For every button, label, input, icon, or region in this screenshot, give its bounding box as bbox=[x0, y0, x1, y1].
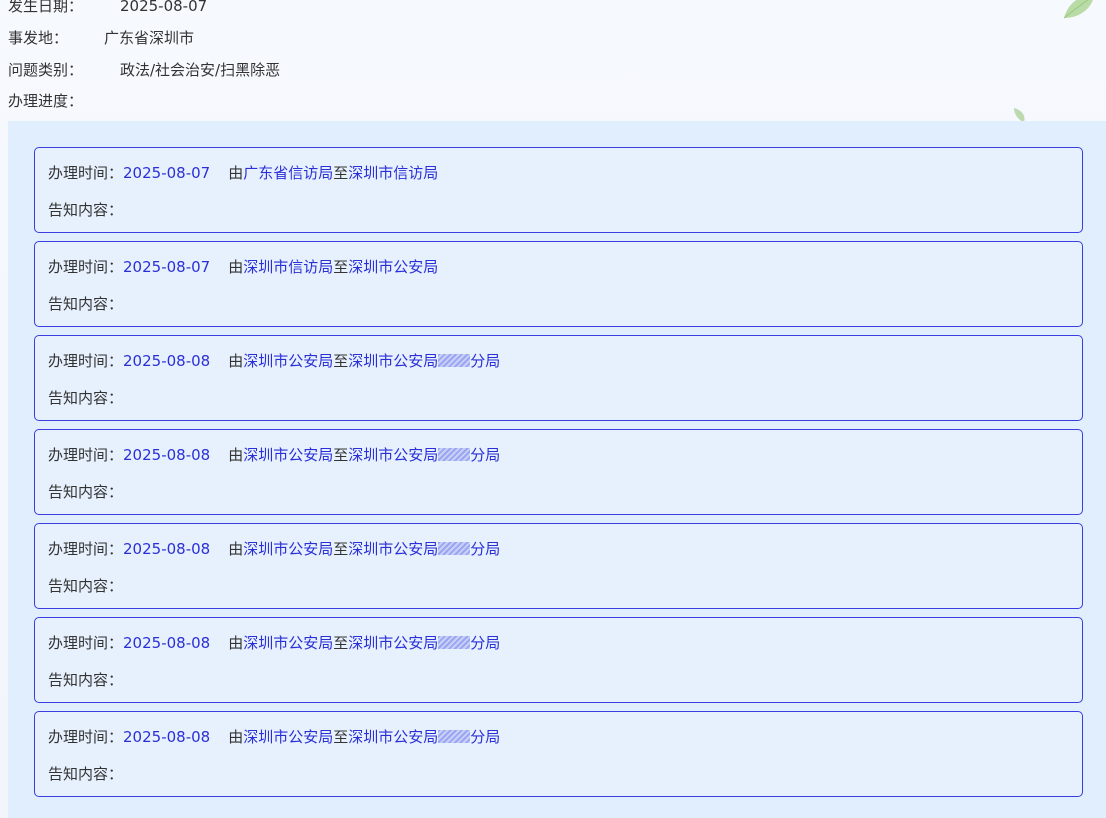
redaction-mark bbox=[438, 542, 471, 555]
page-root: { "meta": { "date_label": "发生日期：", "date… bbox=[0, 0, 1106, 818]
record-time-label: 办理时间： bbox=[48, 728, 124, 746]
record-to-unit: 深圳市公安局 bbox=[348, 634, 439, 652]
record-content-line: 告知内容： bbox=[48, 576, 123, 596]
record-content-line: 告知内容： bbox=[48, 482, 123, 502]
record-content-line: 告知内容： bbox=[48, 200, 123, 220]
record-to-suffix: 分局 bbox=[470, 634, 501, 652]
record-to-unit: 深圳市公安局 bbox=[348, 446, 439, 464]
record-handling-line: 办理时间：2025-08-08 由深圳市公安局至深圳市公安局 分局 bbox=[48, 633, 500, 653]
record-time-label: 办理时间： bbox=[48, 540, 124, 558]
progress-row: 办理进度： bbox=[8, 91, 83, 111]
record-content-line: 告知内容： bbox=[48, 294, 123, 314]
record-time-label: 办理时间： bbox=[48, 634, 124, 652]
progress-record: 办理时间：2025-08-08 由深圳市公安局至深圳市公安局 分局 告知内容： bbox=[34, 523, 1083, 609]
record-content-label: 告知内容： bbox=[48, 201, 124, 219]
incident-place-row: 事发地： 广东省深圳市 bbox=[8, 28, 194, 48]
record-to-word: 至 bbox=[333, 634, 349, 652]
record-time: 2025-08-08 bbox=[123, 728, 211, 746]
record-from-unit: 深圳市公安局 bbox=[243, 446, 334, 464]
progress-label: 办理进度： bbox=[8, 92, 84, 110]
record-content-line: 告知内容： bbox=[48, 764, 123, 784]
record-to-unit: 深圳市公安局 bbox=[348, 540, 439, 558]
record-time-label: 办理时间： bbox=[48, 164, 124, 182]
record-to-word: 至 bbox=[333, 258, 349, 276]
record-to-word: 至 bbox=[333, 446, 349, 464]
record-to-word: 至 bbox=[333, 728, 349, 746]
record-handling-line: 办理时间：2025-08-08 由深圳市公安局至深圳市公安局 分局 bbox=[48, 351, 500, 371]
incident-place-value: 广东省深圳市 bbox=[104, 29, 195, 47]
record-time: 2025-08-07 bbox=[123, 164, 211, 182]
leaf-icon bbox=[1063, 0, 1093, 19]
record-to-unit: 深圳市公安局 bbox=[348, 728, 439, 746]
occurrence-date-row: 发生日期： 2025-08-07 bbox=[8, 0, 207, 16]
record-time-label: 办理时间： bbox=[48, 446, 124, 464]
record-to-unit: 深圳市公安局 bbox=[348, 258, 439, 276]
record-to-word: 至 bbox=[333, 352, 349, 370]
record-handling-line: 办理时间：2025-08-08 由深圳市公安局至深圳市公安局 分局 bbox=[48, 539, 500, 559]
record-content-label: 告知内容： bbox=[48, 765, 124, 783]
record-to-word: 至 bbox=[333, 164, 349, 182]
record-time: 2025-08-08 bbox=[123, 352, 211, 370]
record-from-prefix: 由 bbox=[228, 446, 244, 464]
record-content-label: 告知内容： bbox=[48, 483, 124, 501]
record-to-suffix: 分局 bbox=[470, 352, 501, 370]
record-from-unit: 深圳市公安局 bbox=[243, 540, 334, 558]
record-to-word: 至 bbox=[333, 540, 349, 558]
record-from-prefix: 由 bbox=[228, 164, 244, 182]
record-time: 2025-08-08 bbox=[123, 446, 211, 464]
record-handling-line: 办理时间：2025-08-07 由广东省信访局至深圳市信访局 bbox=[48, 163, 438, 183]
record-from-unit: 深圳市信访局 bbox=[243, 258, 334, 276]
record-content-line: 告知内容： bbox=[48, 388, 123, 408]
record-from-prefix: 由 bbox=[228, 634, 244, 652]
record-content-label: 告知内容： bbox=[48, 577, 124, 595]
record-handling-line: 办理时间：2025-08-07 由深圳市信访局至深圳市公安局 bbox=[48, 257, 438, 277]
record-to-suffix: 分局 bbox=[470, 540, 501, 558]
progress-panel: 办理时间：2025-08-07 由广东省信访局至深圳市信访局 告知内容： 办理时间… bbox=[8, 121, 1106, 818]
redaction-mark bbox=[438, 354, 471, 367]
problem-category-label: 问题类别： bbox=[8, 61, 84, 79]
record-handling-line: 办理时间：2025-08-08 由深圳市公安局至深圳市公安局 分局 bbox=[48, 727, 500, 747]
record-content-label: 告知内容： bbox=[48, 389, 124, 407]
record-to-unit: 深圳市信访局 bbox=[348, 164, 439, 182]
incident-place-label: 事发地： bbox=[8, 29, 69, 47]
redaction-mark bbox=[438, 636, 471, 649]
record-from-unit: 深圳市公安局 bbox=[243, 728, 334, 746]
occurrence-date-label: 发生日期： bbox=[8, 0, 84, 15]
progress-record: 办理时间：2025-08-08 由深圳市公安局至深圳市公安局 分局 告知内容： bbox=[34, 429, 1083, 515]
record-from-unit: 深圳市公安局 bbox=[243, 634, 334, 652]
record-from-unit: 广东省信访局 bbox=[243, 164, 334, 182]
record-time: 2025-08-08 bbox=[123, 540, 211, 558]
record-time-label: 办理时间： bbox=[48, 258, 124, 276]
leaf-icon bbox=[1014, 108, 1025, 122]
record-to-suffix: 分局 bbox=[470, 446, 501, 464]
problem-category-value: 政法/社会治安/扫黑除恶 bbox=[120, 61, 281, 79]
progress-record: 办理时间：2025-08-08 由深圳市公安局至深圳市公安局 分局 告知内容： bbox=[34, 617, 1083, 703]
record-from-prefix: 由 bbox=[228, 728, 244, 746]
record-from-unit: 深圳市公安局 bbox=[243, 352, 334, 370]
record-to-unit: 深圳市公安局 bbox=[348, 352, 439, 370]
progress-record: 办理时间：2025-08-07 由广东省信访局至深圳市信访局 告知内容： bbox=[34, 147, 1083, 233]
record-time: 2025-08-08 bbox=[123, 634, 211, 652]
problem-category-row: 问题类别： 政法/社会治安/扫黑除恶 bbox=[8, 60, 280, 80]
record-content-label: 告知内容： bbox=[48, 295, 124, 313]
redaction-mark bbox=[438, 448, 471, 461]
record-to-suffix: 分局 bbox=[470, 728, 501, 746]
record-time: 2025-08-07 bbox=[123, 258, 211, 276]
record-handling-line: 办理时间：2025-08-08 由深圳市公安局至深圳市公安局 分局 bbox=[48, 445, 500, 465]
record-from-prefix: 由 bbox=[228, 540, 244, 558]
redaction-mark bbox=[438, 730, 471, 743]
record-content-label: 告知内容： bbox=[48, 671, 124, 689]
record-from-prefix: 由 bbox=[228, 352, 244, 370]
progress-record: 办理时间：2025-08-08 由深圳市公安局至深圳市公安局 分局 告知内容： bbox=[34, 711, 1083, 797]
record-time-label: 办理时间： bbox=[48, 352, 124, 370]
progress-record: 办理时间：2025-08-08 由深圳市公安局至深圳市公安局 分局 告知内容： bbox=[34, 335, 1083, 421]
record-content-line: 告知内容： bbox=[48, 670, 123, 690]
progress-record: 办理时间：2025-08-07 由深圳市信访局至深圳市公安局 告知内容： bbox=[34, 241, 1083, 327]
occurrence-date-value: 2025-08-07 bbox=[120, 0, 208, 15]
record-from-prefix: 由 bbox=[228, 258, 244, 276]
